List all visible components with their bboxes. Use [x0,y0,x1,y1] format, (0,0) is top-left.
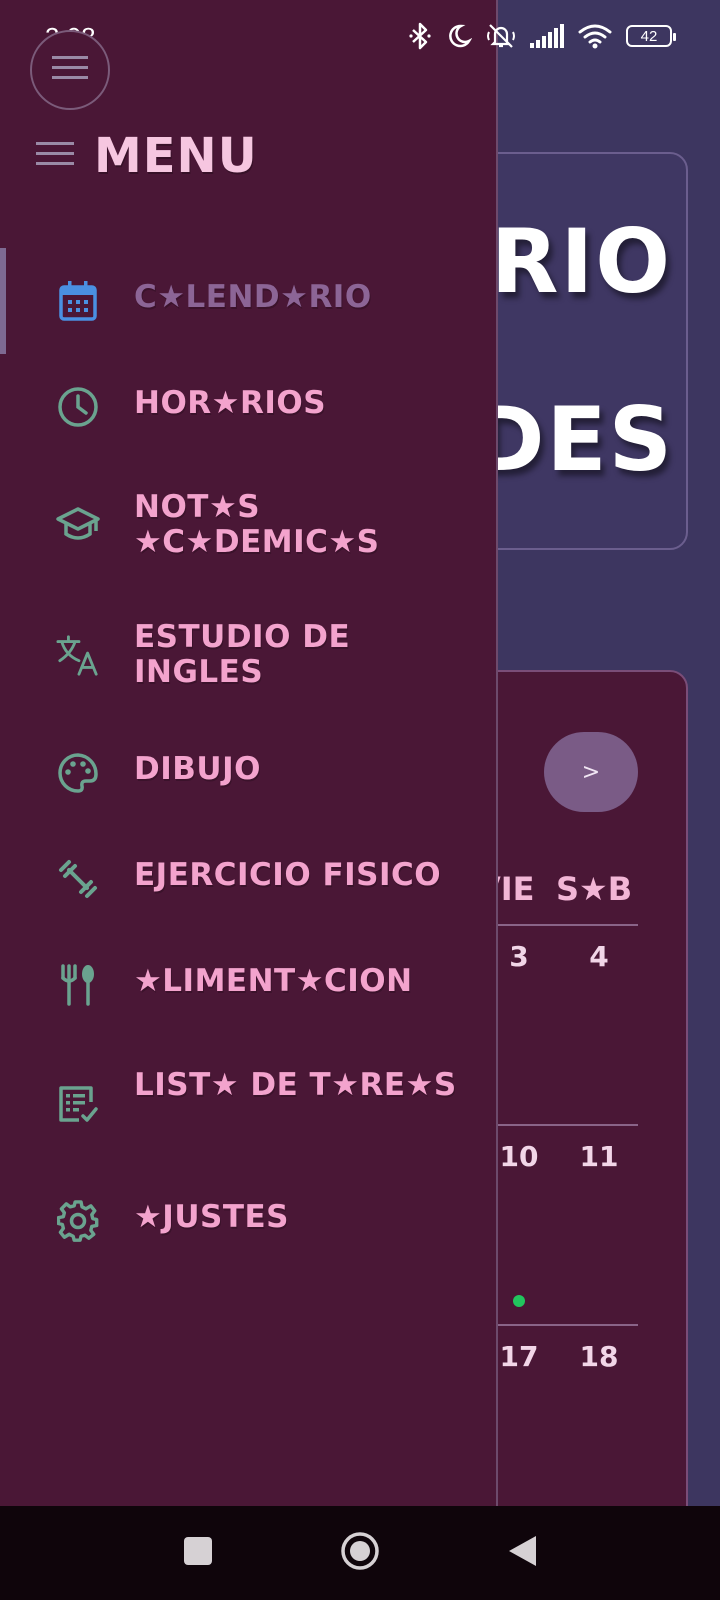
bluetooth-icon [408,22,432,50]
wifi-icon [578,23,612,49]
back-button[interactable] [500,1506,544,1600]
system-navigation-bar [0,1506,720,1600]
nav-item-label: ★LIMENT★CION [134,963,413,999]
battery-indicator: 42 [626,25,676,47]
calendar-day[interactable]: 10 [494,1140,544,1173]
home-circle-icon [340,1531,380,1575]
nav-item-ejercicio-fisico[interactable]: EJERCICIO FISICO [0,826,498,932]
nav-item-ajustes[interactable]: ★JUSTES [0,1168,498,1274]
nav-item-lista-de-tareas[interactable]: LIST★ DE T★RE★S [0,1038,498,1168]
nav-item-label: HOR★RIOS [134,385,327,421]
nav-item-notas-academicas[interactable]: NOT★S ★C★DEMIC★S [0,460,498,590]
nav-item-label: LIST★ DE T★RE★S [134,1067,457,1103]
drawer-title: MENU [94,128,258,184]
calendar-day[interactable]: 18 [574,1340,624,1373]
square-icon [183,1536,213,1570]
navigation-drawer: MENU C★LEND★RIO HOR★RIOS NOT★S ★C★DEMIC★… [0,0,498,1600]
signal-icon [530,24,564,48]
calendar-day[interactable]: 4 [574,940,624,973]
calendar-day[interactable]: 17 [494,1340,544,1373]
title-line-1: RIO [490,210,672,313]
dumbbell-icon [56,857,100,901]
nav-item-estudio-de-ingles[interactable]: ESTUDIO DE INGLES [0,590,498,720]
checklist-icon [56,1081,100,1125]
active-indicator [0,248,6,354]
nav-item-label: EJERCICIO FISICO [134,857,442,893]
calendar-day[interactable]: 3 [494,940,544,973]
translate-icon [56,633,100,677]
calendar-icon [56,279,100,323]
graduation-cap-icon [56,503,100,547]
event-dot [513,1295,525,1307]
nav-item-label: C★LEND★RIO [134,279,372,315]
palette-icon [56,751,100,795]
muted-bell-icon [486,22,516,50]
weekday-label: S★B [556,870,633,908]
calendar-day[interactable]: 11 [574,1140,624,1173]
fork-spoon-icon [56,963,100,1007]
nav-item-horarios[interactable]: HOR★RIOS [0,354,498,460]
status-icons: 42 [408,22,676,50]
next-month-button[interactable]: > [544,732,638,812]
moon-icon [446,23,472,49]
nav-item-label: ESTUDIO DE INGLES [134,619,351,690]
recents-button[interactable] [176,1506,220,1600]
drawer-header: MENU [36,128,258,184]
nav-item-calendario[interactable]: C★LEND★RIO [0,248,498,354]
nav-item-alimentacion[interactable]: ★LIMENT★CION [0,932,498,1038]
hamburger-icon[interactable] [36,140,74,172]
title-line-2: DES [471,388,674,491]
clock-icon [56,385,100,429]
nav-item-label: ★JUSTES [134,1199,289,1235]
floating-menu-button[interactable] [30,30,110,110]
nav-item-label: DIBUJO [134,751,261,787]
home-button[interactable] [338,1506,382,1600]
hamburger-icon [52,55,88,85]
nav-item-dibujo[interactable]: DIBUJO [0,720,498,826]
nav-item-label: NOT★S ★C★DEMIC★S [134,489,380,560]
gear-icon [56,1199,100,1243]
back-triangle-icon [506,1534,538,1572]
